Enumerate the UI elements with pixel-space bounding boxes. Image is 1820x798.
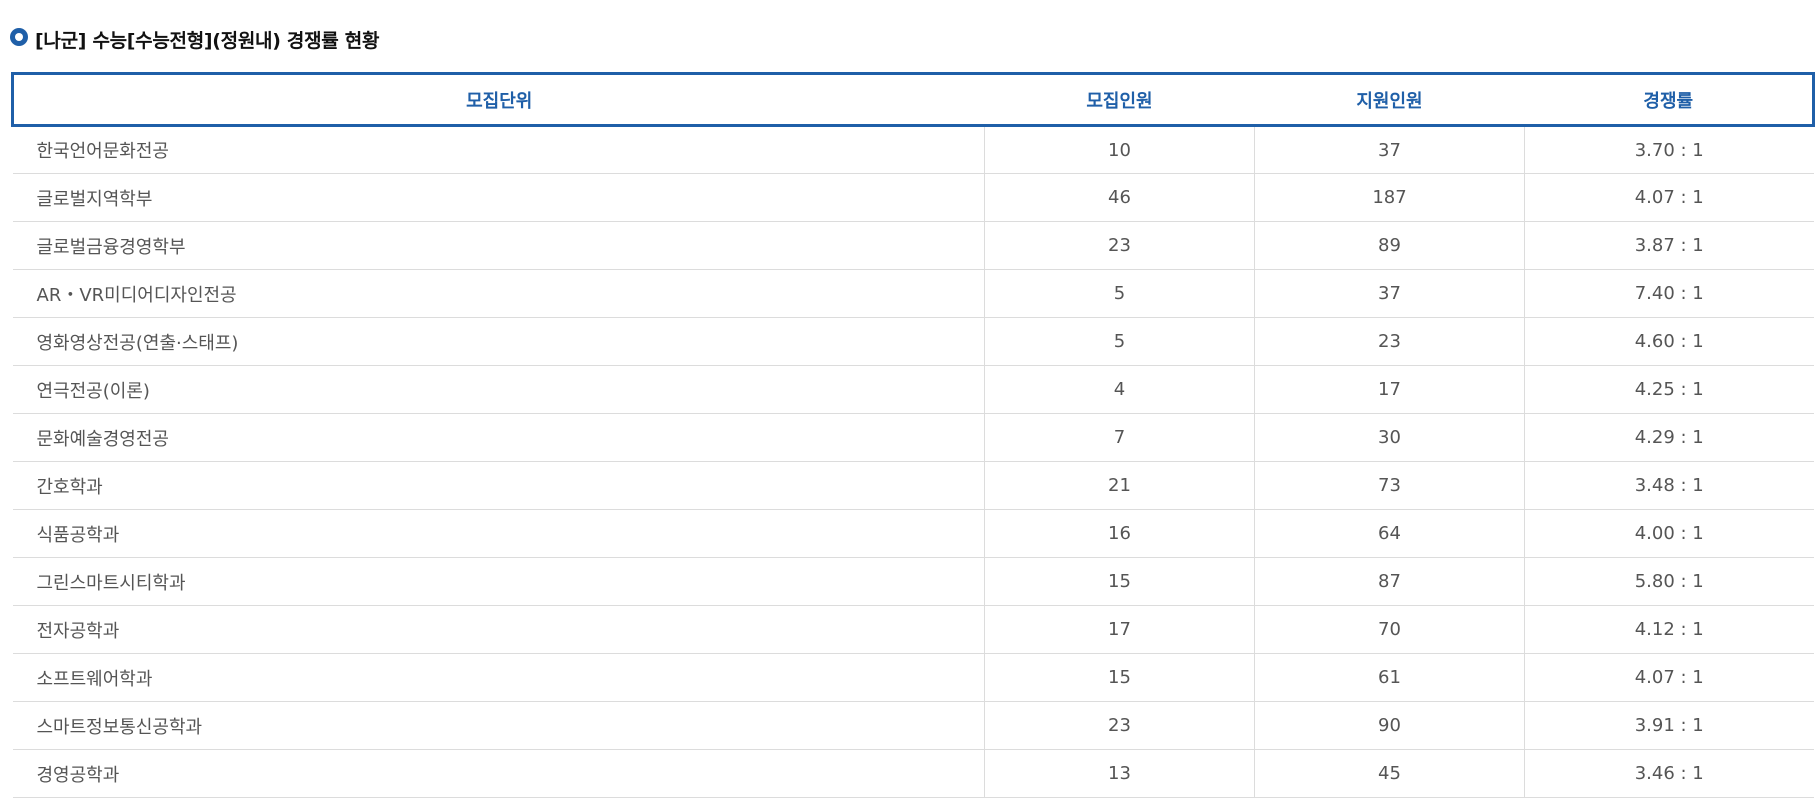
- table-row: 전자공학과 17 70 4.12 : 1: [12, 605, 1814, 654]
- cell-quota: 23: [984, 221, 1255, 270]
- cell-applicants: 17: [1254, 365, 1525, 414]
- cell-ratio: 3.70 : 1: [1524, 125, 1814, 174]
- cell-applicants: 64: [1254, 509, 1525, 558]
- column-header-applicants: 지원인원: [1254, 72, 1525, 127]
- table-row: 경영공학과 13 45 3.46 : 1: [12, 749, 1814, 798]
- cell-applicants: 61: [1254, 653, 1525, 702]
- cell-quota: 13: [984, 749, 1255, 798]
- cell-ratio: 4.12 : 1: [1524, 605, 1814, 654]
- cell-applicants: 187: [1254, 173, 1525, 222]
- competition-table: 모집단위 모집인원 지원인원 경쟁률 한국언어문화전공 10 37 3.70 :…: [11, 72, 1815, 798]
- table-row: 소프트웨어학과 15 61 4.07 : 1: [12, 653, 1814, 702]
- cell-applicants: 87: [1254, 557, 1525, 606]
- cell-quota: 21: [984, 461, 1255, 510]
- cell-unit: 문화예술경영전공: [12, 413, 985, 462]
- cell-applicants: 23: [1254, 317, 1525, 366]
- cell-ratio: 4.60 : 1: [1524, 317, 1814, 366]
- column-header-unit: 모집단위: [11, 72, 985, 127]
- cell-ratio: 3.91 : 1: [1524, 701, 1814, 750]
- cell-unit: 영화영상전공(연출·스태프): [12, 317, 985, 366]
- competition-table-container: 모집단위 모집인원 지원인원 경쟁률 한국언어문화전공 10 37 3.70 :…: [11, 72, 1815, 798]
- section-header: [나군] 수능[수능전형](정원내) 경쟁률 현황: [10, 24, 379, 54]
- cell-ratio: 3.48 : 1: [1524, 461, 1814, 510]
- cell-quota: 7: [984, 413, 1255, 462]
- table-row: 글로벌금융경영학부 23 89 3.87 : 1: [12, 221, 1814, 270]
- cell-quota: 10: [984, 125, 1255, 174]
- table-row: 간호학과 21 73 3.48 : 1: [12, 461, 1814, 510]
- cell-ratio: 4.25 : 1: [1524, 365, 1814, 414]
- cell-quota: 15: [984, 557, 1255, 606]
- table-row: 글로벌지역학부 46 187 4.07 : 1: [12, 173, 1814, 222]
- cell-applicants: 45: [1254, 749, 1525, 798]
- cell-unit: 글로벌금융경영학부: [12, 221, 985, 270]
- cell-unit: 그린스마트시티학과: [12, 557, 985, 606]
- cell-quota: 5: [984, 269, 1255, 318]
- cell-unit: 전자공학과: [12, 605, 985, 654]
- cell-applicants: 90: [1254, 701, 1525, 750]
- table-row: AR・VR미디어디자인전공 5 37 7.40 : 1: [12, 269, 1814, 318]
- cell-ratio: 3.87 : 1: [1524, 221, 1814, 270]
- cell-unit: 스마트정보통신공학과: [12, 701, 985, 750]
- table-row: 연극전공(이론) 4 17 4.25 : 1: [12, 365, 1814, 414]
- cell-applicants: 37: [1254, 269, 1525, 318]
- column-header-ratio: 경쟁률: [1524, 72, 1815, 127]
- cell-unit: 연극전공(이론): [12, 365, 985, 414]
- table-row: 문화예술경영전공 7 30 4.29 : 1: [12, 413, 1814, 462]
- table-row: 식품공학과 16 64 4.00 : 1: [12, 509, 1814, 558]
- cell-quota: 5: [984, 317, 1255, 366]
- cell-unit: 소프트웨어학과: [12, 653, 985, 702]
- cell-applicants: 73: [1254, 461, 1525, 510]
- cell-ratio: 4.07 : 1: [1524, 173, 1814, 222]
- cell-ratio: 5.80 : 1: [1524, 557, 1814, 606]
- cell-quota: 46: [984, 173, 1255, 222]
- cell-unit: 경영공학과: [12, 749, 985, 798]
- cell-unit: 한국언어문화전공: [12, 125, 985, 174]
- cell-quota: 16: [984, 509, 1255, 558]
- column-header-quota: 모집인원: [984, 72, 1255, 127]
- page-title: [나군] 수능[수능전형](정원내) 경쟁률 현황: [35, 29, 380, 52]
- circle-bullet-icon: [10, 28, 28, 46]
- cell-quota: 23: [984, 701, 1255, 750]
- cell-quota: 15: [984, 653, 1255, 702]
- cell-unit: 식품공학과: [12, 509, 985, 558]
- cell-quota: 4: [984, 365, 1255, 414]
- table-row: 그린스마트시티학과 15 87 5.80 : 1: [12, 557, 1814, 606]
- cell-ratio: 4.29 : 1: [1524, 413, 1814, 462]
- cell-unit: 글로벌지역학부: [12, 173, 985, 222]
- cell-unit: AR・VR미디어디자인전공: [12, 269, 985, 318]
- table-row: 스마트정보통신공학과 23 90 3.91 : 1: [12, 701, 1814, 750]
- cell-ratio: 3.46 : 1: [1524, 749, 1814, 798]
- cell-quota: 17: [984, 605, 1255, 654]
- cell-applicants: 30: [1254, 413, 1525, 462]
- cell-applicants: 37: [1254, 125, 1525, 174]
- table-row: 영화영상전공(연출·스태프) 5 23 4.60 : 1: [12, 317, 1814, 366]
- cell-ratio: 4.00 : 1: [1524, 509, 1814, 558]
- table-row: 한국언어문화전공 10 37 3.70 : 1: [12, 125, 1814, 174]
- cell-applicants: 70: [1254, 605, 1525, 654]
- cell-applicants: 89: [1254, 221, 1525, 270]
- cell-ratio: 4.07 : 1: [1524, 653, 1814, 702]
- cell-ratio: 7.40 : 1: [1524, 269, 1814, 318]
- table-header-row: 모집단위 모집인원 지원인원 경쟁률: [11, 72, 1815, 127]
- cell-unit: 간호학과: [12, 461, 985, 510]
